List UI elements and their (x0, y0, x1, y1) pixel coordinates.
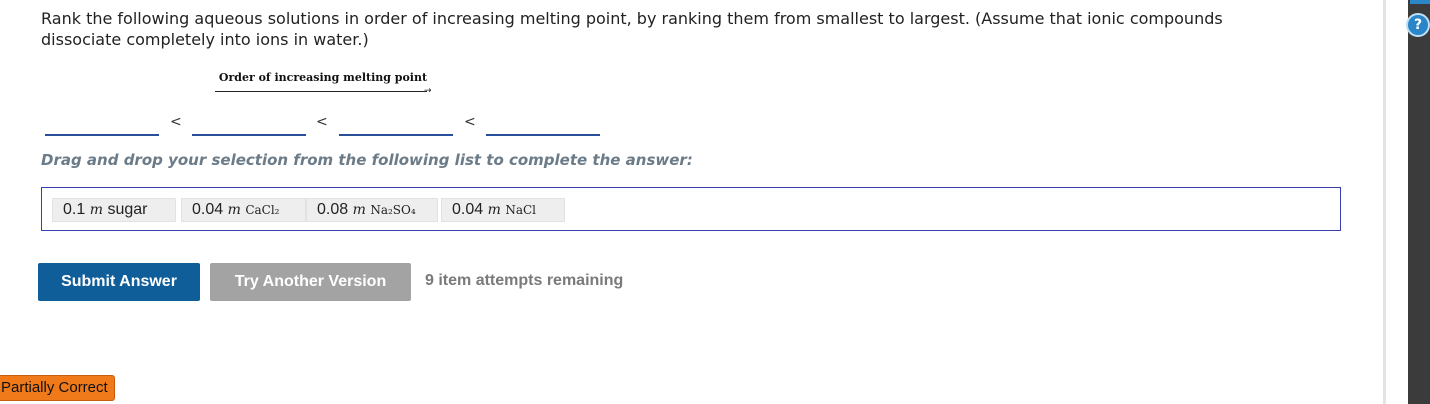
order-label: Order of increasing melting point (218, 71, 428, 84)
choice-formula: sugar (107, 201, 148, 218)
arrow-right-icon: → (424, 86, 432, 96)
attempts-remaining: 9 item attempts remaining (425, 272, 624, 289)
toolbar-accent (1410, 0, 1430, 4)
try-another-version-button[interactable]: Try Another Version (210, 263, 411, 301)
answer-slot-3[interactable] (339, 134, 453, 136)
choice-cacl2[interactable]: 0.04 m CaCl₂ (181, 198, 306, 222)
less-than-sign: < (316, 114, 328, 130)
choice-unit: m (352, 202, 366, 218)
choice-sugar[interactable]: 0.1 m sugar (52, 198, 176, 222)
choice-formula: NaCl (505, 203, 537, 217)
choice-amount: 0.1 (63, 201, 86, 218)
less-than-sign: < (170, 114, 182, 130)
question-text: Rank the following aqueous solutions in … (41, 9, 1223, 49)
choice-formula: Na₂SO₄ (370, 203, 416, 217)
choice-na2so4[interactable]: 0.08 m Na₂SO₄ (306, 198, 438, 222)
submit-answer-button[interactable]: Submit Answer (38, 263, 200, 301)
answer-slot-4[interactable] (486, 134, 600, 136)
choice-unit: m (89, 202, 103, 218)
answer-slot-1[interactable] (45, 134, 159, 136)
panel-divider (1383, 0, 1386, 404)
choice-amount: 0.04 (452, 201, 484, 218)
order-arrow-line (215, 91, 427, 92)
choice-formula: CaCl₂ (245, 203, 280, 217)
answer-slot-2[interactable] (192, 134, 306, 136)
help-icon[interactable]: ? (1406, 13, 1430, 37)
choice-unit: m (227, 202, 241, 218)
less-than-sign: < (464, 114, 476, 130)
status-badge: Partially Correct (0, 375, 115, 401)
side-toolbar (1408, 0, 1430, 404)
choice-unit: m (487, 202, 501, 218)
drag-instruction: Drag and drop your selection from the fo… (41, 151, 693, 169)
choice-amount: 0.08 (317, 201, 349, 218)
choice-nacl[interactable]: 0.04 m NaCl (441, 198, 565, 222)
choice-amount: 0.04 (192, 201, 224, 218)
